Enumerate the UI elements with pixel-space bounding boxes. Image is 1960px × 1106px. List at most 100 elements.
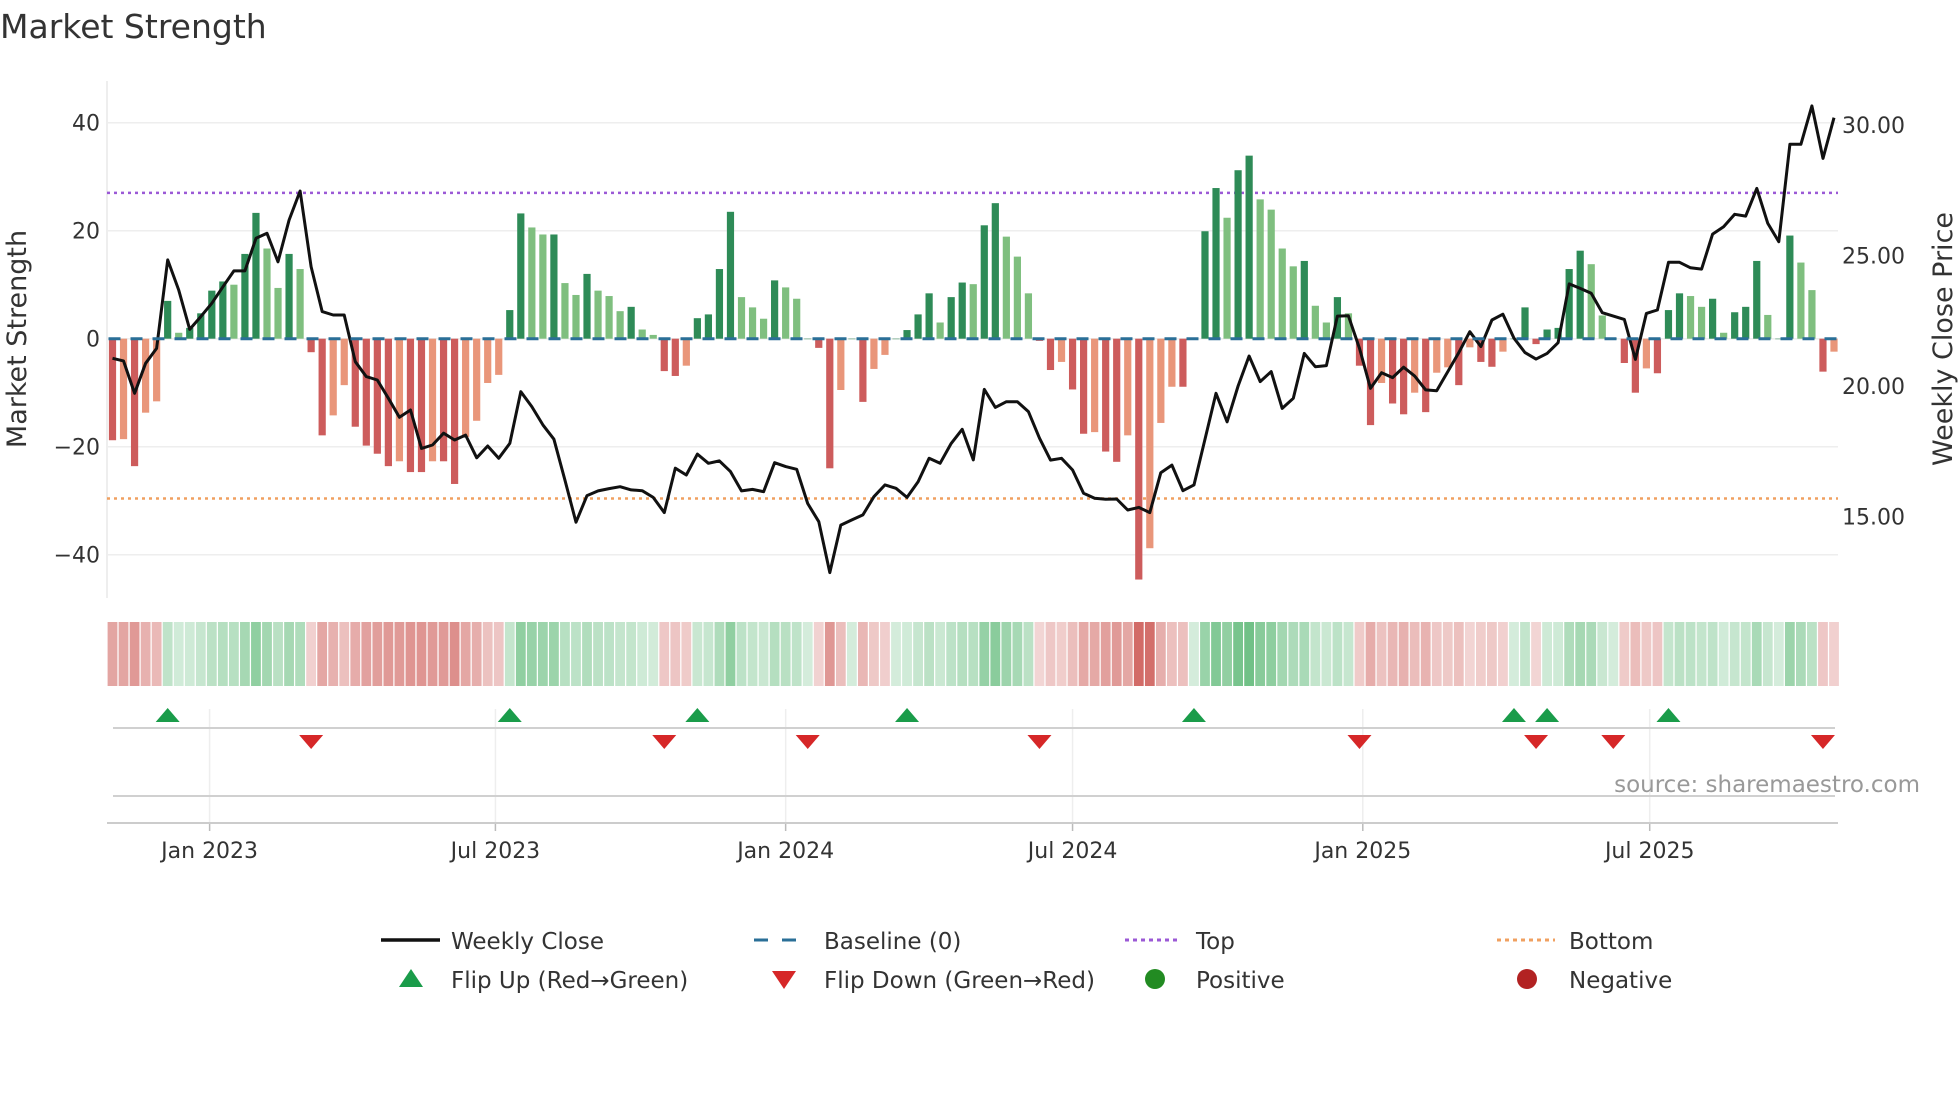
legend-label: Negative [1569,968,1672,994]
legend-triangle-up-icon [399,969,423,987]
heat-cell [1509,622,1519,686]
source-label: source: sharemaestro.com [1614,772,1920,798]
flip-down-marker [1027,735,1052,749]
strength-bar [1764,314,1772,339]
strength-bar [881,338,889,355]
strength-bar [252,212,260,339]
heat-cell [1288,622,1299,686]
heat-cell [736,622,747,686]
heat-cell [670,622,681,686]
strength-bar [737,297,746,339]
legend-label: Flip Down (Green→Red) [824,968,1095,994]
heat-cell [990,622,1001,686]
heat-cell [118,622,129,686]
strength-bar [1444,338,1452,368]
x-tick-label: Jul 2023 [449,839,541,864]
strength-bar [1223,217,1231,339]
heat-cell [1078,622,1089,686]
x-tick-label: Jan 2024 [735,839,834,864]
heat-cell [1266,622,1277,686]
heat-cell [1773,622,1784,686]
heat-cell [493,622,504,686]
strength-bar [759,318,768,339]
heat-cell [1001,622,1012,686]
heat-cell [1630,622,1641,686]
heat-cell [1464,622,1475,686]
strength-heat-strip [107,622,1839,686]
heat-cell [350,622,361,686]
legend-label: Flip Up (Red→Green) [451,968,688,994]
strength-bar [1135,338,1143,580]
heat-cell [1244,622,1255,686]
heat-cell [449,622,460,686]
heat-cell [1321,622,1332,686]
strength-bar [318,338,326,436]
flip-up-marker [1181,708,1206,722]
strength-bar [1620,338,1628,363]
heat-cell [1155,622,1166,686]
heat-cell [549,622,559,686]
strength-bar [473,338,481,421]
strength-bars [108,155,1838,580]
heat-cell [1343,622,1354,686]
strength-bar [1664,310,1673,339]
heat-cell [1475,622,1486,686]
strength-bar [274,287,282,339]
strength-bar [1819,338,1827,372]
strength-bar [1742,306,1750,339]
strength-bar [1002,236,1010,339]
strength-bar [1521,307,1529,339]
heat-cell [648,622,659,686]
heat-cell [1420,622,1431,686]
heat-cell [582,622,592,686]
heat-cell [515,622,526,686]
market-strength-chart: Market Strength 40 20 0 −20 −40 30.00 25.00 20.… [0,7,1959,994]
heat-cell [482,622,493,686]
strength-bar [362,338,370,446]
strength-bar [1433,338,1441,373]
strength-bar [914,314,922,339]
flip-up-marker [155,708,180,722]
heat-cell [1829,622,1839,686]
heat-cell [1652,622,1663,686]
heat-cell [1520,622,1530,686]
strength-bar [484,338,492,383]
strength-bar [1080,338,1088,434]
heat-cell [1553,622,1564,686]
heat-cell [1310,622,1321,686]
heat-cell [1189,622,1199,686]
strength-bar [1289,266,1297,339]
y2-tick-label: 20.00 [1842,375,1905,400]
heat-cell [1498,622,1508,686]
x-tick-label: Jul 2024 [1026,839,1118,864]
legend: Weekly Close Baseline (0) Top Bottom Flip Up… [381,929,1672,994]
heat-cell [1409,622,1420,686]
strength-bar [296,269,304,339]
heat-cell [1619,622,1630,686]
heat-cell [692,622,703,686]
heat-cell [1299,622,1310,686]
heat-cell [1707,622,1718,686]
strength-bar [1212,188,1220,339]
heat-cell [1696,622,1707,686]
heat-cell [1531,622,1541,686]
heat-cell [1608,622,1619,686]
strength-bar [263,248,271,339]
heat-cell [979,622,990,686]
heat-cell [703,622,714,686]
heat-cell [571,622,581,686]
y-tick-label: 0 [86,328,100,353]
heat-cell [151,622,162,686]
strength-bar [164,300,172,339]
flip-up-marker [1535,708,1560,722]
heat-cell [206,622,217,686]
heat-cell [1089,622,1100,686]
heat-cell [1784,622,1795,686]
x-tick-label: Jul 2025 [1603,839,1695,864]
strength-bar [130,338,139,467]
heat-cell [1332,622,1343,686]
heat-cell [857,622,868,686]
y-tick-label: 20 [72,220,100,245]
heat-cell [129,622,140,686]
strength-bar [1388,338,1397,404]
